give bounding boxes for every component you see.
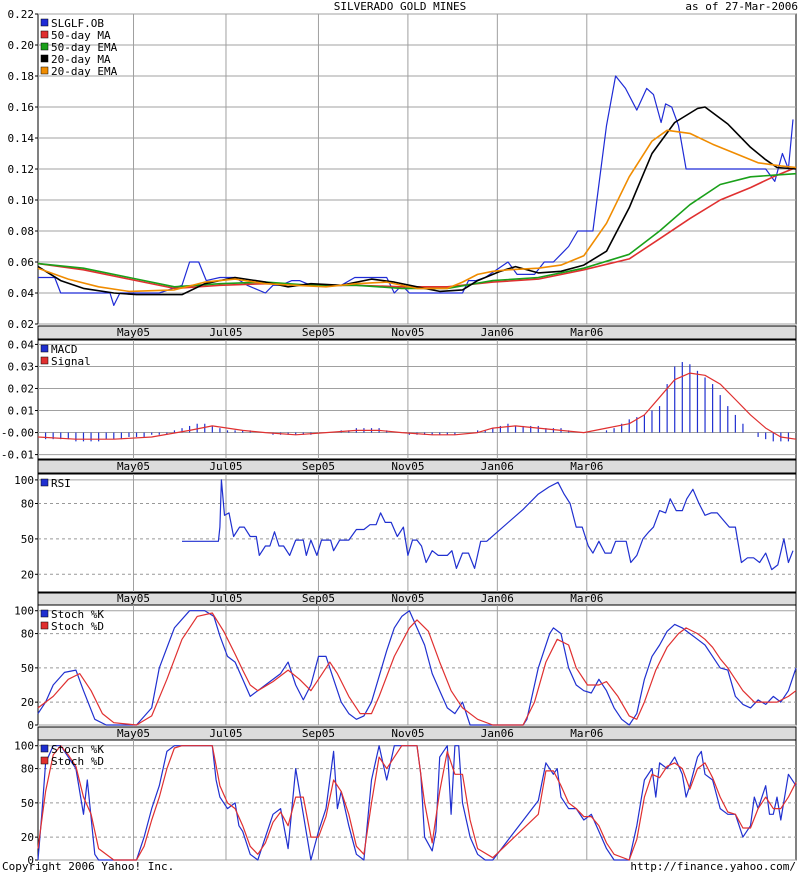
macd-month-label: Mar06 <box>570 460 603 473</box>
stoch_fast-ytick-label: 50 <box>21 797 34 810</box>
rsi-legend-label: RSI <box>51 477 71 490</box>
chart-canvas: 0.22 0.20 0.18 0.16 0.14 0.12 0.10 0.08 0.06 0.04… <box>1 8 797 867</box>
stoch_slow-legend-label: Stoch %D <box>51 620 104 633</box>
macd-legend-label: Signal <box>51 355 91 368</box>
price-legend-swatch <box>40 30 49 39</box>
stoch_fast-ytick-label: 20 <box>21 831 34 844</box>
stoch_slow-month-label: Sep05 <box>302 727 335 740</box>
price-month-label: May05 <box>117 326 150 339</box>
stoch_slow-legend-swatch <box>40 621 49 630</box>
macd-month-label: May05 <box>117 460 150 473</box>
price-month-label: Jul05 <box>209 326 242 339</box>
price-ytick-label: 0.22 <box>8 8 35 21</box>
macd-ytick-label: 0.03 <box>8 360 35 373</box>
stoch_slow-month-label: May05 <box>117 727 150 740</box>
rsi-month-label: Jul05 <box>209 592 242 605</box>
price-legend-swatch <box>40 42 49 51</box>
rsi-ytick-label: 100 <box>14 474 34 487</box>
stoch_slow-month-label: Nov05 <box>391 727 424 740</box>
price-ytick-label: 0.10 <box>8 194 35 207</box>
source-url[interactable]: http://finance.yahoo.com/ <box>630 860 796 873</box>
macd-ytick-label: 0.02 <box>8 382 35 395</box>
price-ytick-label: 0.04 <box>8 287 35 300</box>
price-month-label: Sep05 <box>302 326 335 339</box>
rsi-legend-swatch <box>40 478 49 487</box>
stoch_slow-month-label: Mar06 <box>570 727 603 740</box>
price-legend-swatch <box>40 54 49 63</box>
macd-ytick-label: -0.00 <box>1 427 34 440</box>
macd-month-label: Jan06 <box>481 460 514 473</box>
rsi-month-label: May05 <box>117 592 150 605</box>
rsi-month-label: Mar06 <box>570 592 603 605</box>
price-month-label: Mar06 <box>570 326 603 339</box>
stoch_fast-frame <box>37 739 797 861</box>
macd-ytick-label: -0.01 <box>1 449 34 462</box>
stoch_slow-ytick-label: 0 <box>27 719 34 732</box>
macd-month-label: Sep05 <box>302 460 335 473</box>
price-ytick-label: 0.02 <box>8 318 35 331</box>
price-ytick-label: 0.20 <box>8 39 35 52</box>
price-month-label: Jan06 <box>481 326 514 339</box>
stoch_fast-ytick-label: 100 <box>14 740 34 753</box>
macd-legend-swatch <box>40 356 49 365</box>
macd-month-label: Jul05 <box>209 460 242 473</box>
stoch_slow-month-label: Jan06 <box>481 727 514 740</box>
macd-ytick-label: 0.04 <box>8 338 35 351</box>
stoch_slow-ytick-label: 100 <box>14 605 34 618</box>
stoch_fast-legend-swatch <box>40 744 49 753</box>
stoch_slow-legend-swatch <box>40 609 49 618</box>
rsi-month-label: Nov05 <box>391 592 424 605</box>
price-legend-label: 20-day EMA <box>51 65 118 78</box>
rsi-month-label: Jan06 <box>481 592 514 605</box>
rsi-month-label: Sep05 <box>302 592 335 605</box>
macd-month-label: Nov05 <box>391 460 424 473</box>
rsi-ytick-label: 20 <box>21 568 34 581</box>
copyright-text: Copyright 2006 Yahoo! Inc. <box>2 860 175 873</box>
stoch_fast-ytick-label: 80 <box>21 763 34 776</box>
macd-legend-swatch <box>40 344 49 353</box>
price-legend-swatch <box>40 66 49 75</box>
stoch_slow-ytick-label: 50 <box>21 662 34 675</box>
stoch_slow-month-label: Jul05 <box>209 727 242 740</box>
price-month-label: Nov05 <box>391 326 424 339</box>
stoch_fast-legend-label: Stoch %D <box>51 755 104 768</box>
stoch_slow-ytick-label: 20 <box>21 696 34 709</box>
price-ytick-label: 0.18 <box>8 70 35 83</box>
rsi-ytick-label: 80 <box>21 498 34 511</box>
price-ytick-label: 0.16 <box>8 101 35 114</box>
price-legend-swatch <box>40 18 49 27</box>
price-ytick-label: 0.14 <box>8 132 35 145</box>
rsi-ytick-label: 50 <box>21 533 34 546</box>
price-ytick-label: 0.06 <box>8 256 35 269</box>
price-ytick-label: 0.12 <box>8 163 35 176</box>
price-ytick-label: 0.08 <box>8 225 35 238</box>
stoch_slow-ytick-label: 80 <box>21 628 34 641</box>
stoch_fast-legend-swatch <box>40 756 49 765</box>
macd-ytick-label: 0.01 <box>8 405 35 418</box>
